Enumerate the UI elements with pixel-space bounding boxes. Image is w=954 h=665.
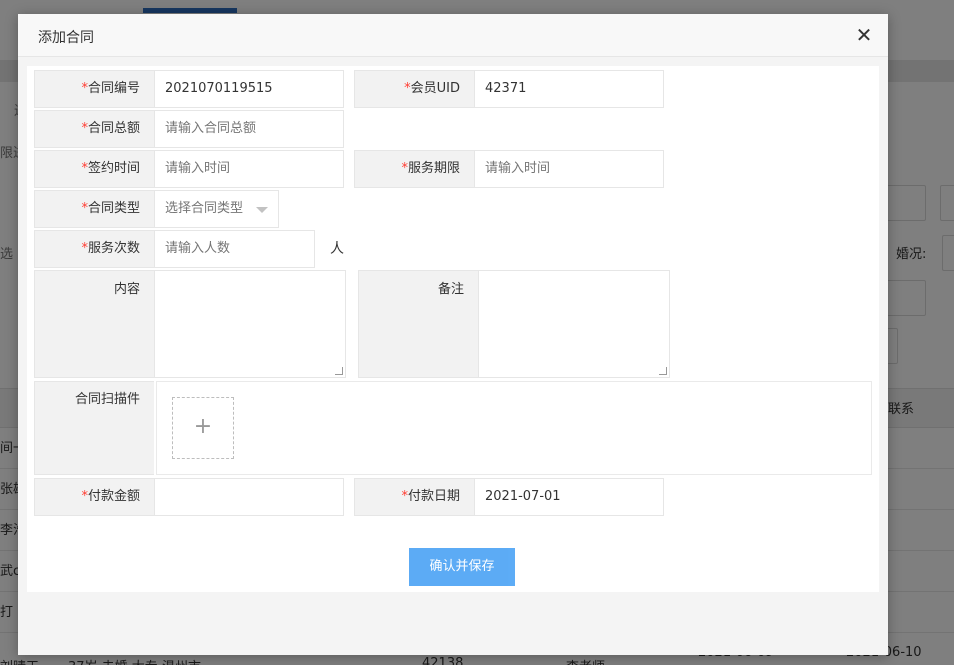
- content-textarea[interactable]: [154, 270, 346, 378]
- scan-label: 合同扫描件: [34, 381, 154, 475]
- sign-time-input[interactable]: 请输入时间: [154, 150, 344, 188]
- resize-handle-icon[interactable]: [659, 367, 667, 375]
- service-count-unit: 人: [330, 241, 344, 257]
- confirm-save-button[interactable]: 确认并保存: [409, 548, 515, 586]
- service-count-label: *服务次数: [34, 230, 154, 268]
- dialog-title: 添加合同: [38, 30, 94, 46]
- dialog-header: 添加合同 ✕: [18, 14, 888, 57]
- total-amount-label: *合同总额: [34, 110, 154, 148]
- remark-label: 备注: [358, 270, 478, 378]
- content-label: 内容: [34, 270, 154, 378]
- contract-no-label: *合同编号: [34, 70, 154, 108]
- chevron-down-icon: [256, 207, 268, 213]
- contract-no-input[interactable]: 2021070119515: [154, 70, 344, 108]
- contract-type-select[interactable]: 选择合同类型: [154, 190, 279, 228]
- remark-textarea[interactable]: [478, 270, 670, 378]
- service-period-input[interactable]: 请输入时间: [474, 150, 664, 188]
- service-period-label: *服务期限: [354, 150, 474, 188]
- pay-amount-label: *付款金额: [34, 478, 154, 516]
- contract-form: *合同编号 2021070119515 *会员UID 42371 *合同总额 请…: [27, 66, 879, 592]
- sign-time-label: *签约时间: [34, 150, 154, 188]
- upload-plus-button[interactable]: +: [172, 397, 234, 459]
- contract-type-placeholder: 选择合同类型: [165, 201, 244, 216]
- scan-upload-area: +: [156, 381, 872, 475]
- pay-date-label: *付款日期: [354, 478, 474, 516]
- add-contract-dialog: 添加合同 ✕ *合同编号 2021070119515 *会员UID 42371 …: [18, 14, 888, 655]
- pay-amount-input[interactable]: [154, 478, 344, 516]
- contract-type-label: *合同类型: [34, 190, 154, 228]
- pay-date-input[interactable]: 2021-07-01: [474, 478, 664, 516]
- service-count-input[interactable]: 请输入人数: [154, 230, 315, 268]
- member-uid-label: *会员UID: [354, 70, 474, 108]
- total-amount-input[interactable]: 请输入合同总额: [154, 110, 344, 148]
- close-icon[interactable]: ✕: [854, 25, 874, 45]
- resize-handle-icon[interactable]: [335, 367, 343, 375]
- member-uid-input[interactable]: 42371: [474, 70, 664, 108]
